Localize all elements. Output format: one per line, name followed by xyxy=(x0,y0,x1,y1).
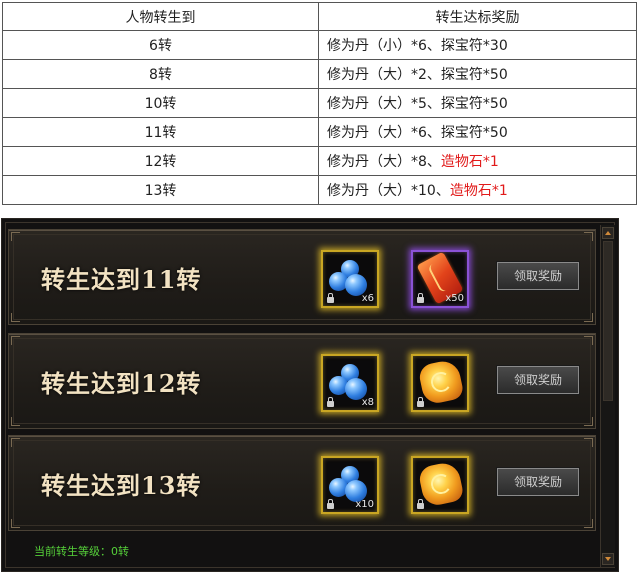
cell-reward: 修为丹（大）*10、造物石*1 xyxy=(318,175,637,205)
table-row: 12转 修为丹（大）*8、造物石*1 xyxy=(2,146,637,176)
table-row: 10转 修为丹（大）*5、探宝符*50 xyxy=(2,88,637,118)
header-reward: 转生达标奖励 xyxy=(318,2,637,31)
cell-level: 12转 xyxy=(2,146,319,176)
reward-row-title: 转生达到13转 xyxy=(41,471,202,500)
scroll-down-arrow-icon[interactable] xyxy=(602,553,614,565)
item-slot[interactable] xyxy=(411,354,469,412)
current-level-status: 当前转生等级：0转 xyxy=(34,545,129,558)
item-slot[interactable]: x50 xyxy=(411,250,469,308)
item-slot[interactable]: x6 xyxy=(321,250,379,308)
table-row: 8转 修为丹（大）*2、探宝符*50 xyxy=(2,59,637,89)
scrollbar[interactable] xyxy=(600,225,615,567)
cell-reward: 修为丹（大）*5、探宝符*50 xyxy=(318,88,637,118)
scroll-up-arrow-icon[interactable] xyxy=(602,227,614,239)
lock-icon xyxy=(417,293,424,303)
reward-text: 修为丹（大）*2、探宝符*50 xyxy=(327,67,508,83)
item-slot[interactable]: x8 xyxy=(321,354,379,412)
reward-row-title: 转生达到11转 xyxy=(41,265,202,294)
cell-level: 10转 xyxy=(2,88,319,118)
cell-reward: 修为丹（小）*6、探宝符*30 xyxy=(318,30,637,60)
scroll-thumb[interactable] xyxy=(603,241,613,401)
cell-reward: 修为丹（大）*2、探宝符*50 xyxy=(318,59,637,89)
reward-text: 修为丹（大）*5、探宝符*50 xyxy=(327,96,508,112)
lock-icon xyxy=(327,397,334,407)
lock-icon xyxy=(327,499,334,509)
reward-table: 人物转生到 转生达标奖励 6转 修为丹（小）*6、探宝符*30 8转 修为丹（大… xyxy=(2,2,637,205)
item-count: x8 xyxy=(361,397,374,408)
reward-row-title: 转生达到12转 xyxy=(41,369,202,398)
claim-reward-button[interactable]: 领取奖励 xyxy=(496,365,580,395)
reward-row-13: 转生达到13转 x10 领取奖励 xyxy=(8,435,596,531)
cell-level: 11转 xyxy=(2,117,319,147)
lock-icon xyxy=(417,499,424,509)
table-header-row: 人物转生到 转生达标奖励 xyxy=(2,2,637,31)
creation-stone-icon xyxy=(417,460,465,508)
reward-row-11: 转生达到11转 x6 x50 领取奖励 xyxy=(8,229,596,325)
cell-reward: 修为丹（大）*6、探宝符*50 xyxy=(318,117,637,147)
reward-row-12: 转生达到12转 x8 领取奖励 xyxy=(8,333,596,429)
blue-pill-orbs-icon xyxy=(329,364,369,400)
reward-text: 修为丹（大）*10、 xyxy=(327,183,450,199)
cell-level: 13转 xyxy=(2,175,319,205)
lock-icon xyxy=(417,397,424,407)
reward-highlight: 造物石*1 xyxy=(449,183,508,199)
cell-reward: 修为丹（大）*8、造物石*1 xyxy=(318,146,637,176)
reward-text: 修为丹（小）*6、探宝符*30 xyxy=(327,38,508,54)
item-count: x6 xyxy=(361,293,374,304)
table-row: 11转 修为丹（大）*6、探宝符*50 xyxy=(2,117,637,147)
reward-highlight: 造物石*1 xyxy=(440,154,499,170)
cell-level: 6转 xyxy=(2,30,319,60)
cell-level: 8转 xyxy=(2,59,319,89)
item-slot[interactable]: x10 xyxy=(321,456,379,514)
blue-pill-orbs-icon xyxy=(329,466,369,502)
item-count: x10 xyxy=(355,499,374,510)
table-row: 6转 修为丹（小）*6、探宝符*30 xyxy=(2,30,637,60)
item-slot[interactable] xyxy=(411,456,469,514)
creation-stone-icon xyxy=(417,358,465,406)
blue-pill-orbs-icon xyxy=(329,260,369,296)
reward-text: 修为丹（大）*6、探宝符*50 xyxy=(327,125,508,141)
lock-icon xyxy=(327,293,334,303)
claim-reward-button[interactable]: 领取奖励 xyxy=(496,261,580,291)
header-level: 人物转生到 xyxy=(2,2,319,31)
item-count: x50 xyxy=(445,293,464,304)
table-row: 13转 修为丹（大）*10、造物石*1 xyxy=(2,175,637,205)
reincarnation-reward-panel: 转生达到11转 x6 x50 领取奖励 转生达到12转 x8 领取奖励 转生达到… xyxy=(1,218,619,572)
reward-text: 修为丹（大）*8、 xyxy=(327,154,441,170)
claim-reward-button[interactable]: 领取奖励 xyxy=(496,467,580,497)
